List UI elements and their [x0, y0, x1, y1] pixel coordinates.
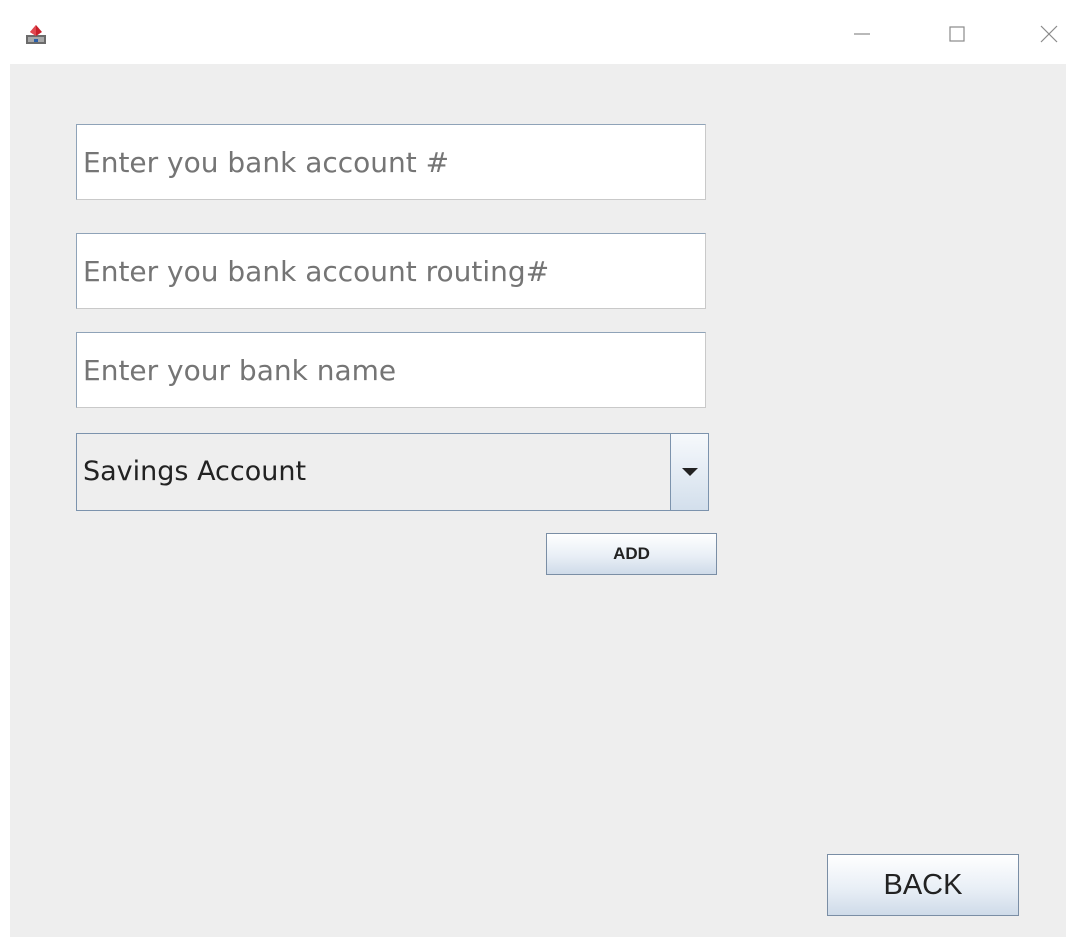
title-bar [0, 0, 1066, 64]
account-type-dropdown-button[interactable] [670, 434, 708, 510]
bank-name-input[interactable] [76, 332, 706, 408]
java-app-icon [26, 25, 46, 44]
bank-account-panel: Savings Account ADD BACK [10, 64, 1066, 937]
chevron-down-icon [681, 468, 698, 476]
add-button[interactable]: ADD [546, 533, 717, 575]
back-button[interactable]: BACK [827, 854, 1019, 916]
close-button[interactable] [1029, 14, 1066, 54]
account-number-input[interactable] [76, 124, 706, 200]
account-type-selected-value: Savings Account [83, 456, 307, 487]
minimize-button[interactable] [842, 14, 882, 54]
maximize-icon [949, 26, 965, 42]
account-type-select[interactable]: Savings Account [76, 433, 709, 511]
maximize-button[interactable] [937, 14, 977, 54]
routing-number-input[interactable] [76, 233, 706, 309]
minimize-icon [854, 33, 870, 35]
close-icon [1040, 25, 1058, 43]
